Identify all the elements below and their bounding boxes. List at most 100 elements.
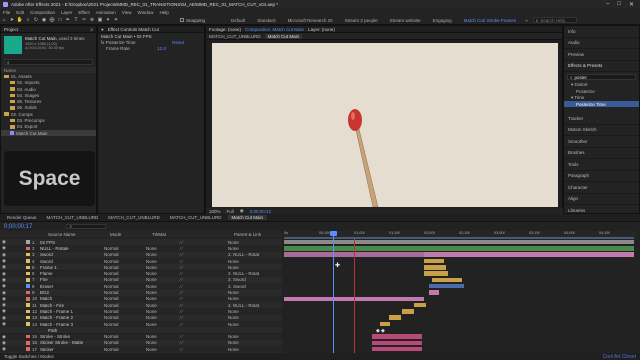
layer-switches[interactable]: ∕ ∕ [180, 340, 228, 345]
label-color-swatch[interactable] [26, 334, 30, 339]
layer-name[interactable]: BG2 [40, 290, 104, 295]
trkmat-select[interactable]: None [146, 277, 180, 282]
layer-duration-bar[interactable] [372, 340, 422, 346]
effects-search[interactable]: ⌕ poster [567, 74, 636, 80]
layer-duration-bar[interactable] [429, 283, 464, 289]
visibility-eye-icon[interactable]: ◉ [0, 334, 8, 340]
layer-switches[interactable]: ∕ ∕ [180, 296, 228, 301]
layer-name[interactable]: Stroke - Stroke [40, 334, 104, 339]
layer-switches[interactable]: ∕ ∕ [180, 334, 228, 339]
layer-duration-bar[interactable] [429, 290, 439, 295]
visibility-eye-icon[interactable]: ◉ [0, 290, 8, 296]
workspace-more-icon[interactable]: » [522, 18, 531, 23]
frame-rate-value[interactable]: 12.0 [157, 46, 204, 51]
layer-switches[interactable]: ∕ ∕ [180, 277, 228, 282]
tab-render-queue[interactable]: Render Queue [3, 215, 41, 220]
visibility-eye-icon[interactable]: ◉ [0, 296, 8, 302]
panel-audio[interactable]: Audio [564, 38, 639, 49]
mode-select[interactable]: Normal [104, 322, 146, 327]
trkmat-select[interactable]: None [146, 322, 180, 327]
mode-select[interactable]: Normal [104, 284, 146, 289]
tab-project[interactable]: Project [4, 27, 18, 32]
tab-footage[interactable]: Footage: (none) [209, 27, 241, 32]
mode-header[interactable]: Mode [110, 232, 152, 237]
roto-tool-icon[interactable]: ✦ [104, 16, 112, 24]
panel-brushes[interactable]: Brushes [564, 148, 639, 160]
camera-tool-icon[interactable]: ◉ [40, 16, 48, 24]
layer-duration-bar[interactable] [372, 346, 422, 352]
layer-duration-bar[interactable] [424, 265, 446, 270]
playhead[interactable] [333, 231, 334, 353]
panel-smoother[interactable]: Smoother [564, 136, 639, 148]
mode-select[interactable]: Normal [104, 259, 146, 264]
workspace-microsoft[interactable]: Microsoft Research 20 [282, 18, 339, 23]
keyframe-icon[interactable]: ◆ [381, 328, 385, 334]
source-name-header[interactable]: Source Name [48, 232, 110, 237]
layer-switches[interactable]: ∕ ∕ [180, 309, 228, 314]
label-color-swatch[interactable] [26, 297, 30, 301]
label-color-swatch[interactable] [26, 252, 30, 257]
parent-select[interactable]: None [228, 240, 268, 245]
label-color-swatch[interactable] [26, 284, 30, 288]
layer-duration-bar[interactable] [424, 258, 444, 264]
panel-preview[interactable]: Preview [564, 49, 639, 61]
visibility-eye-icon[interactable]: ◉ [0, 258, 8, 264]
trkmat-select[interactable]: None [146, 309, 180, 314]
layer-switches[interactable]: ∕ ∕ [180, 322, 228, 327]
parent-select[interactable]: 2. NULL - Rotat [228, 271, 268, 276]
trkmat-select[interactable]: None [146, 271, 180, 276]
trkmat-header[interactable]: TrkMat [152, 232, 234, 237]
mode-select[interactable]: Normal [104, 277, 146, 282]
parent-select[interactable]: 3. Sword [228, 284, 268, 289]
layer-name[interactable]: Sticker [40, 347, 104, 352]
layer-name[interactable]: Fire [40, 277, 104, 282]
panel-tracker[interactable]: Tracker [564, 113, 639, 125]
layer-switches[interactable]: ∕ ∕ [180, 240, 228, 245]
layer-name[interactable]: Sticker Stroke - Matte [40, 340, 104, 345]
hand-tool-icon[interactable]: ✋ [16, 16, 24, 24]
parent-select[interactable]: None [228, 309, 268, 314]
parent-select[interactable]: 2. NULL - Rotat [228, 252, 268, 257]
layer-name[interactable]: NULL - Rotate [40, 246, 104, 251]
layer-switches[interactable]: ∕ ∕ [180, 290, 228, 295]
layer-duration-bar[interactable] [424, 252, 634, 257]
parent-select[interactable]: 3. Sword [228, 277, 268, 282]
layer-name[interactable]: Sword [40, 259, 104, 264]
visibility-eye-icon[interactable]: ◉ [0, 283, 8, 289]
label-color-swatch[interactable] [26, 246, 30, 251]
zoom-tool-icon[interactable]: ⌕ [24, 16, 32, 24]
trkmat-select[interactable]: None [146, 246, 180, 251]
clone-tool-icon[interactable]: ⊛ [88, 16, 96, 24]
tab-unblurd-2[interactable]: MATCH_CUT_UNBLURD [104, 215, 164, 220]
parent-select[interactable]: None [228, 340, 268, 345]
rotate-tool-icon[interactable]: ↻ [32, 16, 40, 24]
help-search[interactable]: ⌕ Search Help [532, 17, 577, 23]
workspace-stream-people[interactable]: Stream 2 people [339, 18, 384, 23]
type-tool-icon[interactable]: T [72, 16, 80, 24]
trkmat-select[interactable]: None [146, 296, 180, 301]
visibility-eye-icon[interactable]: ◉ [0, 245, 8, 251]
tab-unblurd-1[interactable]: MATCH_CUT_UNBLURD [43, 215, 103, 220]
selection-tool-icon[interactable]: ➤ [8, 16, 16, 24]
label-color-swatch[interactable] [26, 271, 30, 276]
label-color-swatch[interactable] [26, 347, 30, 351]
workspace-default[interactable]: Default [225, 18, 251, 23]
parent-select[interactable]: None [228, 315, 268, 320]
label-color-swatch[interactable] [26, 322, 30, 326]
layer-duration-bar[interactable] [389, 315, 401, 320]
layer-name[interactable]: 02 FPS [40, 240, 104, 245]
layer-duration-bar[interactable] [380, 321, 390, 327]
resolution-select[interactable]: Full [227, 209, 234, 214]
workspace-standard[interactable]: Standard [251, 18, 281, 23]
visibility-eye-icon[interactable]: ◉ [0, 308, 8, 314]
label-color-swatch[interactable] [26, 329, 30, 333]
parent-select[interactable]: None [228, 296, 268, 301]
menu-composition[interactable]: Composition [30, 10, 55, 15]
eraser-tool-icon[interactable]: ▣ [96, 16, 104, 24]
visibility-eye-icon[interactable]: ◉ [0, 239, 8, 245]
menu-edit[interactable]: Edit [16, 10, 24, 15]
label-color-swatch[interactable] [26, 341, 30, 345]
workspace-engaging[interactable]: Engaging [427, 18, 458, 23]
panel-paragraph[interactable]: Paragraph [564, 171, 639, 183]
trkmat-select[interactable]: None [146, 259, 180, 264]
